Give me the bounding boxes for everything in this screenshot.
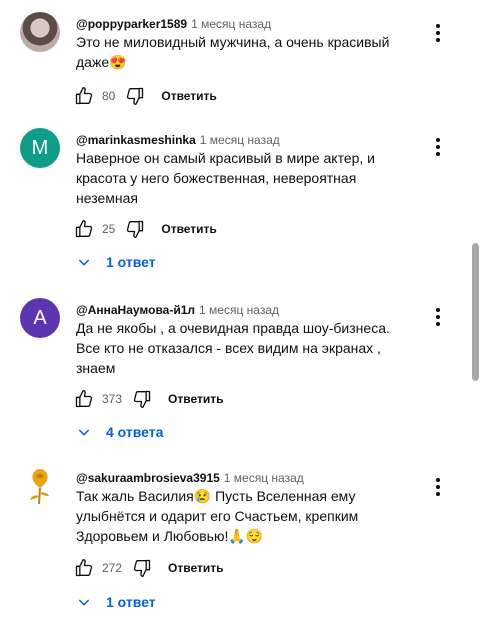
like-count: 373 <box>102 392 123 406</box>
more-actions-button[interactable] <box>426 21 450 45</box>
view-replies-button[interactable]: 1 ответ <box>76 246 156 278</box>
comment-header: @marinkasmeshinka 1 месяц назад <box>76 132 280 148</box>
comment-header: @sakuraambrosieva3915 1 месяц назад <box>76 470 304 486</box>
like-count: 80 <box>102 89 116 103</box>
comment-time[interactable]: 1 месяц назад <box>224 471 304 485</box>
like-button[interactable] <box>68 213 100 245</box>
like-button[interactable] <box>68 80 100 112</box>
dislike-icon <box>133 559 151 577</box>
avatar[interactable]: M <box>20 128 60 168</box>
more-vert-icon <box>436 478 440 496</box>
view-replies-button[interactable]: 1 ответ <box>76 586 156 618</box>
avatar-letter: А <box>33 306 47 329</box>
author-name[interactable]: @poppyparker1589 <box>76 17 187 31</box>
comment-actions: 25 Ответить <box>68 213 217 245</box>
like-icon <box>75 220 93 238</box>
comment-time[interactable]: 1 месяц назад <box>191 17 271 31</box>
more-vert-icon <box>436 138 440 156</box>
dislike-button[interactable] <box>119 80 151 112</box>
like-button[interactable] <box>68 383 100 415</box>
dislike-button[interactable] <box>126 383 158 415</box>
comment-text: Это не миловидный мужчина, а очень краси… <box>76 34 390 70</box>
chevron-down-icon <box>76 254 92 270</box>
scrollbar-thumb[interactable] <box>472 243 479 381</box>
reply-button[interactable]: Ответить <box>168 392 223 406</box>
dislike-icon <box>133 390 151 408</box>
chevron-down-icon <box>76 424 92 440</box>
reply-button[interactable]: Ответить <box>161 89 216 103</box>
avatar[interactable] <box>20 466 60 506</box>
comment-text: Так жаль Василия😢 Пусть Вселенная ему ул… <box>76 488 359 544</box>
author-name[interactable]: @sakuraambrosieva3915 <box>76 471 220 485</box>
view-replies-button[interactable]: 4 ответа <box>76 416 163 448</box>
more-vert-icon <box>436 24 440 42</box>
comment-actions: 80 Ответить <box>68 80 217 112</box>
comment-time[interactable]: 1 месяц назад <box>199 303 279 317</box>
dislike-icon <box>127 220 144 238</box>
dislike-button[interactable] <box>126 552 158 584</box>
like-icon <box>75 390 93 408</box>
avatar[interactable] <box>20 12 60 52</box>
comment-text: Да не якобы , а очевидная правда шоу-биз… <box>76 320 390 376</box>
author-name[interactable]: @marinkasmeshinka <box>76 133 196 147</box>
chevron-down-icon <box>76 594 92 610</box>
like-count: 272 <box>102 561 123 575</box>
replies-count: 4 ответа <box>106 424 164 440</box>
more-vert-icon <box>436 308 440 326</box>
replies-count: 1 ответ <box>106 254 156 270</box>
like-icon <box>75 559 93 577</box>
comment-header: @poppyparker1589 1 месяц назад <box>76 16 271 32</box>
reply-button[interactable]: Ответить <box>168 561 223 575</box>
comment-header: @АннаНаумова-й1л 1 месяц назад <box>76 302 279 318</box>
dislike-button[interactable] <box>119 213 151 245</box>
comment-actions: 272 Ответить <box>68 552 223 584</box>
reply-button[interactable]: Ответить <box>161 222 216 236</box>
comment-time[interactable]: 1 месяц назад <box>200 133 280 147</box>
golden-rose-icon <box>30 469 49 505</box>
comment-text: Наверное он самый красивый в мире актер,… <box>76 150 375 206</box>
avatar-letter: M <box>31 136 49 159</box>
comment-actions: 373 Ответить <box>68 383 223 415</box>
like-icon <box>75 87 93 105</box>
replies-count: 1 ответ <box>106 594 156 610</box>
avatar[interactable]: А <box>20 298 60 338</box>
more-actions-button[interactable] <box>426 135 450 159</box>
like-count: 25 <box>102 222 116 236</box>
more-actions-button[interactable] <box>426 475 450 499</box>
more-actions-button[interactable] <box>426 305 450 329</box>
dislike-icon <box>127 87 144 106</box>
like-button[interactable] <box>68 552 100 584</box>
author-name[interactable]: @АннаНаумова-й1л <box>76 303 195 317</box>
